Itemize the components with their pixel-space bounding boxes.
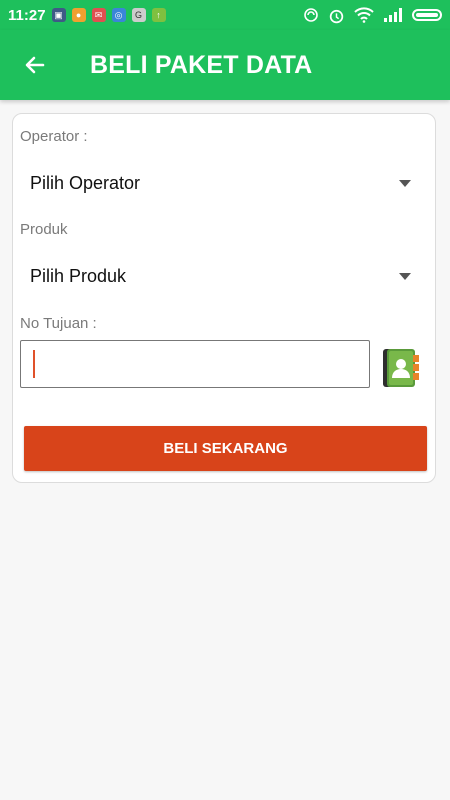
notification-icon-2: ● [71,8,86,22]
sync-icon [304,8,318,22]
notification-icon-3: ✉ [91,8,106,22]
dropdown-arrow-icon [399,179,411,187]
produk-label: Produk [20,221,68,238]
operator-select-value: Pilih Operator [30,172,141,193]
arrow-left-icon [25,56,45,74]
page-title: BELI PAKET DATA [90,50,313,79]
tujuan-input[interactable] [20,340,370,388]
alarm-icon [329,9,344,23]
wifi-icon [354,7,374,23]
status-bar: 11:27 ▣ ● ✉ ◎ G ↑ [0,0,450,30]
status-time: 11:27 [8,6,46,24]
tujuan-label: No Tujuan : [20,315,97,332]
notification-icon-4: ◎ [111,8,126,22]
notification-icon-1: ▣ [51,8,66,22]
form-card: Operator : Pilih Operator Produk Pilih P… [12,113,436,483]
status-indicators [303,7,442,24]
dropdown-arrow-icon [399,272,411,280]
notification-icon-6: ↑ [151,8,166,22]
contact-book-icon[interactable] [381,348,421,388]
signal-icon [384,8,402,22]
operator-select[interactable]: Pilih Operator [30,168,411,198]
operator-label: Operator : [20,128,88,145]
produk-select[interactable]: Pilih Produk [30,261,411,291]
app-bar: BELI PAKET DATA [0,30,450,100]
notification-icon-5: G [131,8,146,22]
back-button[interactable] [0,30,70,100]
battery-icon [412,9,442,21]
produk-select-value: Pilih Produk [30,265,127,286]
text-cursor [33,350,35,378]
buy-now-button[interactable]: BELI SEKARANG [24,426,427,471]
